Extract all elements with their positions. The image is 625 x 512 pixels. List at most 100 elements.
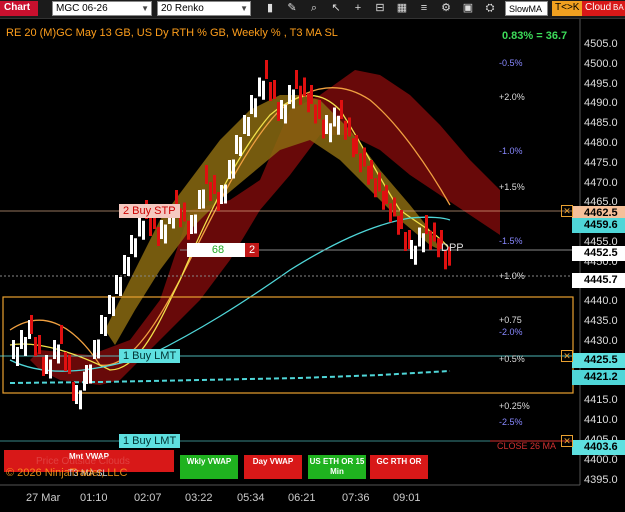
renko-bar: [292, 89, 295, 109]
renko-bar: [30, 315, 33, 334]
renko-bar: [149, 217, 152, 236]
renko-bar: [134, 238, 137, 258]
close-x-icon[interactable]: ✕: [561, 435, 573, 447]
price-axis-label: 4480.0: [584, 137, 618, 149]
instrument-selector[interactable]: MGC 06-26 ▼: [52, 1, 152, 16]
time-axis-label: 01:10: [80, 492, 108, 504]
time-axis-label: 03:22: [185, 492, 213, 504]
renko-bar: [250, 95, 253, 114]
renko-bar: [38, 335, 41, 354]
chevron-down-icon: ▼: [141, 4, 149, 13]
hline-icon[interactable]: ⊟: [372, 1, 388, 16]
time-axis-label: 02:07: [134, 492, 162, 504]
time-axis-label: 05:34: [237, 492, 265, 504]
renko-bar: [295, 70, 298, 89]
price-axis-label: 4415.0: [584, 394, 618, 407]
renko-bar: [348, 117, 351, 137]
renko-bar: [213, 175, 216, 194]
renko-bar: [194, 214, 197, 234]
price-plot[interactable]: [0, 19, 625, 512]
renko-bar: [367, 165, 370, 185]
renko-bar: [142, 220, 145, 240]
price-axis-label: 4475.0: [584, 156, 618, 169]
indicator-button[interactable]: US ETH OR 15 Min: [308, 455, 366, 479]
grid-icon[interactable]: ▦: [394, 1, 410, 16]
indicator-button[interactable]: Day VWAP: [244, 455, 302, 479]
renko-bar: [119, 277, 122, 296]
buy-limit-order-2[interactable]: 1 Buy LMT: [119, 434, 181, 448]
renko-bar: [370, 160, 373, 179]
renko-bar: [104, 317, 107, 336]
renko-bar: [400, 210, 403, 229]
renko-bar: [160, 220, 163, 239]
renko-bar: [34, 337, 37, 356]
zoom-icon[interactable]: ⌕: [306, 1, 322, 16]
renko-bar: [24, 337, 27, 356]
pointer-icon[interactable]: ↖: [328, 1, 344, 16]
renko-bar: [130, 235, 133, 254]
sync-button[interactable]: T<>K: [552, 1, 583, 16]
time-axis-label: 27 Mar: [26, 492, 61, 504]
renko-bar: [329, 123, 332, 143]
renko-bar: [325, 115, 328, 134]
time-axis-label: 09:01: [393, 492, 421, 504]
renko-bar: [202, 189, 205, 209]
buy-stop-order[interactable]: 2 Buy STP: [119, 204, 180, 218]
strategy-icon[interactable]: ⛭: [482, 1, 498, 16]
draw-icon[interactable]: ✎: [284, 1, 300, 16]
chart-panel[interactable]: RE 20 (M)GC May 13 GB, US Dy RTH % GB, W…: [0, 19, 625, 512]
position-quantity[interactable]: 68: [187, 243, 249, 257]
renko-bar: [355, 135, 358, 154]
renko-bar: [164, 224, 167, 244]
renko-bar: [89, 364, 92, 384]
lines-icon[interactable]: ≡: [416, 1, 432, 16]
price-axis-label: 4400.0: [584, 453, 618, 466]
buy-limit-order-1[interactable]: 1 Buy LMT: [119, 349, 181, 363]
price-axis-label: 4490.0: [584, 97, 618, 110]
renko-bar: [42, 357, 45, 376]
percent-level-label: -2.5%: [499, 417, 523, 428]
percent-level-label: CLOSE 26 MA: [497, 440, 557, 451]
renko-bar: [318, 100, 321, 119]
position-badge[interactable]: 2: [245, 243, 260, 257]
chevron-down-icon: ▼: [240, 4, 248, 13]
percent-level-label: +1.5%: [499, 181, 525, 192]
price-axis-label: 4485.0: [584, 117, 618, 130]
renko-bar: [93, 340, 96, 359]
renko-bar: [198, 190, 201, 209]
close-x-icon[interactable]: ✕: [561, 205, 573, 217]
renko-bar: [232, 159, 235, 179]
renko-bar: [429, 230, 432, 250]
renko-bar: [352, 138, 355, 158]
time-axis-label: 06:21: [288, 492, 316, 504]
indicator-value: SlowMA: [509, 4, 543, 14]
renko-bar: [108, 295, 111, 314]
price-axis-label: 4435.0: [584, 315, 618, 328]
price-flag: 4403.6: [572, 439, 625, 455]
renko-bar: [378, 172, 381, 192]
renko-bar: [418, 227, 421, 247]
renko-bar: [363, 147, 366, 167]
properties-icon[interactable]: ⚙: [438, 1, 454, 16]
price-axis-label: 4495.0: [584, 77, 618, 90]
crosshair-icon[interactable]: +: [350, 1, 366, 16]
tab-chart[interactable]: Chart: [0, 1, 38, 16]
cloud-button[interactable]: Cloud: [582, 1, 615, 16]
renko-bar: [243, 115, 246, 134]
bracket-button[interactable]: BA: [612, 1, 625, 16]
renko-bar: [247, 117, 250, 136]
renko-bar: [422, 233, 425, 253]
indicator-button[interactable]: GC RTH OR: [370, 455, 428, 479]
bar-type-selector[interactable]: 20 Renko ▼: [157, 1, 251, 16]
screenshot-icon[interactable]: ▣: [460, 1, 476, 16]
price-flag: 4421.2: [572, 369, 625, 385]
indicator-button[interactable]: Wkly VWAP: [180, 455, 238, 479]
renko-bar: [157, 227, 160, 246]
bar-style-icon[interactable]: ▮: [262, 1, 278, 16]
indicator-selector[interactable]: SlowMA: [505, 1, 548, 16]
close-x-icon[interactable]: ✕: [561, 350, 573, 362]
percent-level-label: -2.0%: [499, 326, 523, 337]
renko-bar: [239, 137, 242, 156]
renko-bar: [337, 115, 340, 135]
renko-bar: [100, 315, 103, 334]
